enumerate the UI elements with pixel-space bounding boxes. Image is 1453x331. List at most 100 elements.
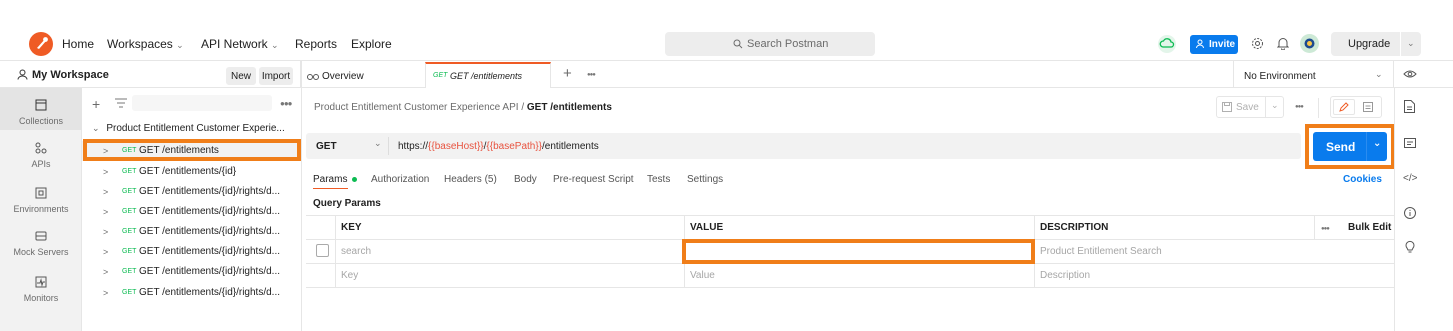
subtab-authorization[interactable]: Authorization — [371, 174, 429, 185]
chevron-right-icon: > — [103, 247, 109, 257]
cloud-sync-icon[interactable] — [1158, 35, 1176, 53]
invite-button[interactable]: Invite — [1190, 35, 1238, 54]
import-button[interactable]: Import — [259, 67, 293, 85]
subtab-label: Tests — [647, 174, 671, 185]
sidebar-search-input[interactable] — [132, 95, 272, 111]
add-user-icon — [1196, 39, 1204, 49]
rail-item-monitors[interactable]: Monitors — [0, 275, 82, 303]
tab-active-request[interactable]: GET GET /entitlements — [425, 62, 551, 88]
subtab-settings[interactable]: Settings — [687, 174, 723, 185]
top-bar: Home Workspaces ⌄ API Network ⌄ Reports … — [0, 27, 1453, 61]
request-highlight-box — [83, 139, 301, 161]
request-path: GET /entitlements/{id}/rights/d... — [139, 226, 280, 237]
nav-home[interactable]: Home — [62, 37, 94, 51]
bulk-edit-button[interactable]: Bulk Edit — [1348, 222, 1391, 233]
chevron-down-icon: ⌄ — [374, 138, 382, 148]
chevron-down-icon[interactable]: ⌄ — [1375, 69, 1383, 80]
param-description[interactable]: Product Entitlement Search — [1040, 246, 1162, 257]
chevron-down-icon: ⌄ — [271, 40, 279, 50]
tab-overview[interactable]: Overview — [306, 62, 424, 88]
nav-api-network[interactable]: API Network ⌄ — [201, 37, 279, 51]
eye-icon[interactable] — [1403, 69, 1417, 79]
nav-explore[interactable]: Explore — [351, 37, 392, 51]
subtab-headers-5[interactable]: Headers (5) — [444, 174, 497, 185]
nav-reports[interactable]: Reports — [295, 37, 337, 51]
rail-label-mock-servers: Mock Servers — [13, 247, 69, 257]
request-item[interactable]: > GET GET /entitlements/{id}/rights/d... — [82, 222, 300, 242]
row-checkbox[interactable] — [316, 244, 329, 257]
rail-item-environments[interactable]: Environments — [0, 186, 82, 214]
request-item[interactable]: > GET GET /entitlements/{id}/rights/d... — [82, 262, 300, 282]
search-icon — [733, 39, 743, 49]
new-button[interactable]: New — [226, 67, 256, 85]
chevron-down-icon[interactable]: ⌄ — [1407, 38, 1415, 49]
request-method: GET — [122, 248, 137, 255]
subtab-tests[interactable]: Tests — [647, 174, 670, 185]
request-item[interactable]: > GET GET /entitlements/{id}/rights/d... — [82, 283, 300, 303]
rail-item-collections[interactable]: Collections — [0, 98, 82, 126]
subtab-body[interactable]: Body — [514, 174, 537, 185]
request-path: GET /entitlements/{id}/rights/d... — [139, 266, 280, 277]
pencil-icon — [1339, 102, 1349, 112]
active-tab-underline — [313, 188, 348, 189]
chevron-down-icon: ⌄ — [1271, 100, 1279, 110]
rail-label-environments: Environments — [13, 204, 69, 214]
bell-icon[interactable] — [1277, 37, 1289, 50]
overview-icon — [307, 74, 319, 80]
request-path: GET /entitlements/{id}/rights/d... — [139, 186, 280, 197]
new-param-value-input[interactable]: Value — [690, 270, 715, 281]
collection-name: Product Entitlement Customer Experie... — [106, 123, 285, 134]
more-options-icon[interactable]: ●●● — [1321, 226, 1330, 232]
comments-icon[interactable] — [1404, 138, 1416, 150]
breadcrumb: Product Entitlement Customer Experience … — [314, 102, 612, 113]
rail-item-mock-servers[interactable]: Mock Servers — [0, 229, 82, 257]
avatar[interactable] — [1300, 34, 1319, 53]
request-item[interactable]: > GET GET /entitlements/{id}/rights/d... — [82, 242, 300, 262]
add-collection-icon[interactable]: + — [92, 96, 100, 112]
rail-item-apis[interactable]: APIs — [0, 141, 82, 169]
params-active-dot-icon — [352, 176, 358, 182]
chevron-right-icon: > — [103, 288, 109, 298]
workspace-title[interactable]: My Workspace — [32, 69, 109, 81]
filter-icon[interactable] — [115, 98, 127, 108]
user-icon — [17, 69, 28, 80]
url-input[interactable]: https://{{baseHost}}/{{basePath}}/entitl… — [398, 141, 599, 152]
rail-label-apis: APIs — [31, 159, 51, 169]
nav-workspaces-label: Workspaces — [107, 37, 173, 51]
environment-select[interactable]: No Environment — [1244, 71, 1316, 82]
nav-workspaces[interactable]: Workspaces ⌄ — [107, 37, 184, 51]
method-label: GET — [316, 141, 337, 152]
method-select[interactable]: GET ⌄ — [306, 133, 388, 159]
tab-method: GET — [433, 72, 448, 79]
lightbulb-icon[interactable] — [1404, 240, 1416, 253]
edit-mode-button[interactable] — [1333, 99, 1355, 115]
request-method: GET — [122, 188, 137, 195]
chevron-right-icon: > — [103, 167, 109, 177]
settings-icon[interactable] — [1251, 37, 1264, 50]
new-tab-icon[interactable]: + — [563, 65, 572, 82]
cookies-link[interactable]: Cookies — [1343, 174, 1382, 185]
subtab-params[interactable]: Params — [313, 174, 358, 185]
breadcrumb-parent[interactable]: Product Entitlement Customer Experience … — [314, 102, 519, 113]
rail-label-collections: Collections — [18, 116, 64, 126]
search-box[interactable]: Search Postman — [665, 32, 875, 56]
new-param-description-input[interactable]: Description — [1040, 270, 1090, 281]
param-key[interactable]: search — [341, 246, 371, 257]
info-icon[interactable] — [1404, 207, 1416, 219]
postman-logo-icon[interactable] — [29, 32, 53, 56]
more-options-icon[interactable]: ●●● — [280, 99, 292, 108]
subtab-pre-request-script[interactable]: Pre-request Script — [553, 174, 634, 185]
collection-item[interactable]: ⌄ Product Entitlement Customer Experie..… — [92, 123, 285, 134]
monitors-icon — [35, 276, 47, 288]
documentation-icon[interactable] — [1363, 102, 1373, 112]
code-icon[interactable]: </> — [1403, 173, 1417, 184]
url-prefix: https:// — [398, 141, 429, 152]
save-button[interactable]: Save ⌄ — [1216, 96, 1284, 118]
documentation-icon[interactable] — [1404, 100, 1415, 113]
more-tabs-icon[interactable]: ●●● — [587, 72, 596, 78]
request-item[interactable]: > GET GET /entitlements/{id}/rights/d... — [82, 202, 300, 222]
more-options-icon[interactable]: ●●● — [1295, 104, 1304, 110]
request-item[interactable]: > GET GET /entitlements/{id}/rights/d... — [82, 182, 300, 202]
request-item[interactable]: > GET GET /entitlements/{id} — [82, 162, 300, 182]
new-param-key-input[interactable]: Key — [341, 270, 358, 281]
